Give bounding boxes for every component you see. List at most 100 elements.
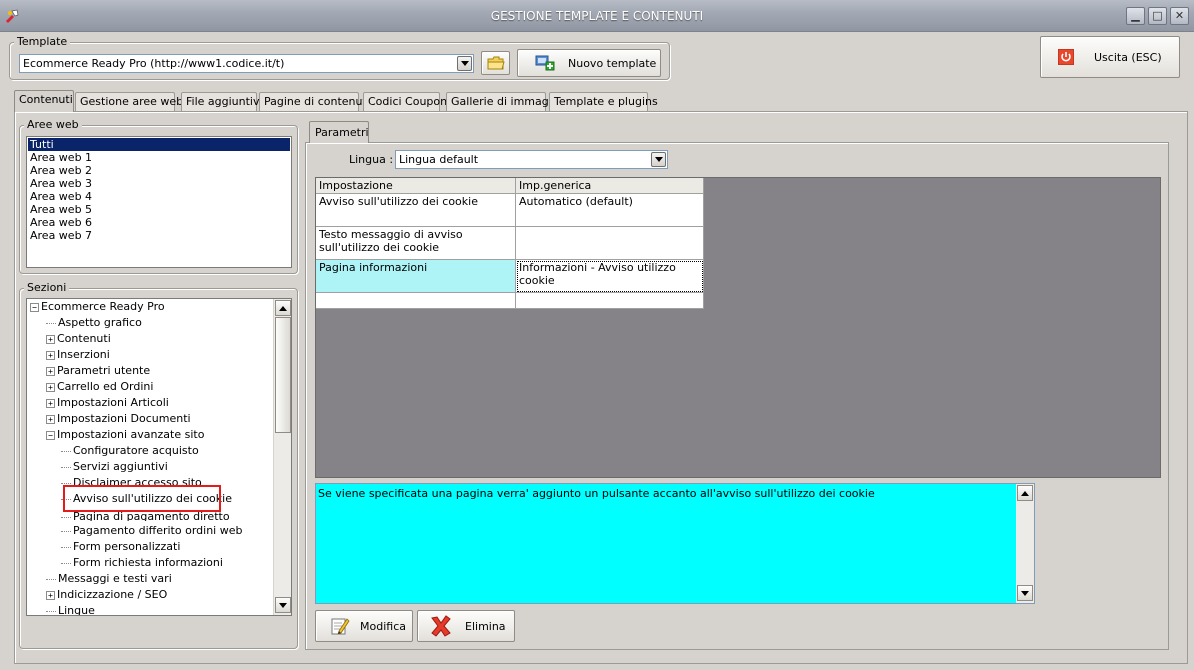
list-item[interactable]: Area web 1 xyxy=(28,151,290,164)
tree-node[interactable]: + Indicizzazione / SEO xyxy=(46,587,167,603)
close-button[interactable]: ✕ xyxy=(1170,7,1189,25)
table-cell-focused[interactable]: Informazioni - Avviso utilizzo cookie xyxy=(516,260,704,293)
tree-node-label: Aspetto grafico xyxy=(58,316,142,329)
highlight-box xyxy=(63,485,221,512)
tree-node[interactable]: − Impostazioni avanzate sito xyxy=(46,427,204,443)
sezioni-tree[interactable]: − Ecommerce Ready Pro Aspetto grafico + Co… xyxy=(26,298,292,616)
tree-node[interactable]: Lingue xyxy=(46,603,95,616)
list-item[interactable]: Area web 7 xyxy=(28,229,290,242)
arrow-up-icon xyxy=(279,305,287,311)
chevron-down-icon[interactable] xyxy=(457,56,472,71)
tree-node-label: Messaggi e testi vari xyxy=(58,572,172,585)
tree-node[interactable]: Servizi aggiuntivi xyxy=(61,459,168,475)
tab-parametri[interactable]: Parametri xyxy=(309,121,369,143)
tab-file-aggiuntivi[interactable]: File aggiuntivi xyxy=(181,92,263,111)
add-template-icon xyxy=(535,55,555,71)
tree-node-label: Impostazioni Documenti xyxy=(57,412,191,425)
tree-node[interactable]: + Contenuti xyxy=(46,331,111,347)
expand-icon[interactable]: + xyxy=(46,590,55,600)
aree-web-label: Aree web xyxy=(24,118,82,131)
aree-web-list[interactable]: Tutti Area web 1 Area web 2 Area web 3 A… xyxy=(26,136,292,268)
expand-icon[interactable]: + xyxy=(46,350,55,360)
tab-template-e-plugins[interactable]: Template e plugins xyxy=(549,92,658,111)
scroll-thumb[interactable] xyxy=(275,317,291,433)
description-box[interactable]: Se viene specificata una pagina verra' a… xyxy=(315,483,1035,604)
modifica-label: Modifica xyxy=(360,619,406,633)
tree-node[interactable]: − Ecommerce Ready Pro xyxy=(30,299,165,315)
chevron-down-icon[interactable] xyxy=(651,152,666,167)
tree-node[interactable]: Messaggi e testi vari xyxy=(46,571,172,587)
expand-icon[interactable]: + xyxy=(46,414,55,424)
arrow-up-icon xyxy=(1021,490,1029,496)
tree-node-label: Lingue xyxy=(58,604,95,616)
list-item[interactable]: Area web 4 xyxy=(28,190,290,203)
open-folder-button[interactable] xyxy=(481,51,510,75)
collapse-icon[interactable]: − xyxy=(30,302,39,312)
scroll-up-button[interactable] xyxy=(275,300,291,316)
lingua-select-value: Lingua default xyxy=(399,153,479,166)
lingua-select[interactable]: Lingua default xyxy=(395,150,668,169)
scroll-down-button[interactable] xyxy=(275,597,291,613)
description-scrollbar[interactable] xyxy=(1016,484,1034,603)
table-cell[interactable] xyxy=(516,227,704,260)
table-cell[interactable] xyxy=(516,293,704,309)
tree-node[interactable]: + Impostazioni Documenti xyxy=(46,411,191,427)
tab-gestione-aree-web[interactable]: Gestione aree web xyxy=(75,92,183,111)
list-item[interactable]: Tutti xyxy=(28,138,290,151)
sezioni-label: Sezioni xyxy=(24,281,70,294)
exit-button[interactable]: Uscita (ESC) xyxy=(1040,36,1180,78)
power-icon xyxy=(1058,49,1074,65)
lingua-label: Lingua : xyxy=(349,153,394,166)
template-select[interactable]: Ecommerce Ready Pro (http://www1.codice.… xyxy=(19,54,474,73)
expand-icon[interactable]: + xyxy=(46,334,55,344)
tree-node[interactable]: + Inserzioni xyxy=(46,347,110,363)
tree-node[interactable]: + Parametri utente xyxy=(46,363,150,379)
tab-contenuti[interactable]: Contenuti xyxy=(14,90,74,112)
table-cell-selected[interactable]: Pagina informazioni xyxy=(316,260,516,293)
expand-icon[interactable]: + xyxy=(46,366,55,376)
sezioni-scrollbar[interactable] xyxy=(273,299,291,615)
exit-label: Uscita (ESC) xyxy=(1094,50,1162,64)
tree-node[interactable]: + Carrello ed Ordini xyxy=(46,379,153,395)
tree-node[interactable]: Aspetto grafico xyxy=(46,315,142,331)
new-template-button[interactable]: Nuovo template xyxy=(517,49,661,77)
tab-pagine-di-contenuti[interactable]: Pagine di contenuti xyxy=(259,92,370,111)
elimina-label: Elimina xyxy=(465,619,506,633)
table-cell[interactable]: Avviso sull'utilizzo dei cookie xyxy=(316,194,516,227)
table-cell[interactable]: Automatico (default) xyxy=(516,194,704,227)
arrow-down-icon xyxy=(1021,590,1029,596)
delete-icon xyxy=(431,615,451,637)
tab-gallerie-di-immagini[interactable]: Gallerie di immagini xyxy=(446,92,562,111)
list-item[interactable]: Area web 6 xyxy=(28,216,290,229)
window-title: GESTIONE TEMPLATE E CONTENUTI xyxy=(490,9,704,23)
tree-node[interactable]: + Impostazioni Articoli xyxy=(46,395,169,411)
collapse-icon[interactable]: − xyxy=(46,430,55,440)
tab-codici-coupon[interactable]: Codici Coupon xyxy=(363,92,447,111)
tree-connector xyxy=(46,578,56,580)
list-item[interactable]: Area web 3 xyxy=(28,177,290,190)
elimina-button[interactable]: Elimina xyxy=(417,610,515,642)
template-select-value: Ecommerce Ready Pro (http://www1.codice.… xyxy=(23,57,285,70)
modifica-button[interactable]: Modifica xyxy=(315,610,413,642)
tree-node[interactable]: Pagamento differito ordini web xyxy=(61,523,242,539)
minimize-button[interactable]: ▁ xyxy=(1126,7,1145,25)
expand-icon[interactable]: + xyxy=(46,398,55,408)
aree-web-items: Tutti Area web 1 Area web 2 Area web 3 A… xyxy=(28,138,290,242)
scroll-up-button[interactable] xyxy=(1017,485,1033,501)
tree-connector xyxy=(61,546,71,548)
table-cell[interactable] xyxy=(316,293,516,309)
maximize-button[interactable]: □ xyxy=(1148,7,1167,25)
tree-node[interactable]: Form personalizzati xyxy=(61,539,180,555)
list-item[interactable]: Area web 2 xyxy=(28,164,290,177)
tree-node[interactable]: Disclaimer accesso sito xyxy=(61,475,202,485)
title-bar[interactable]: GESTIONE TEMPLATE E CONTENUTI ▁ □ ✕ xyxy=(0,0,1194,32)
expand-icon[interactable]: + xyxy=(46,382,55,392)
tree-node[interactable]: Form richiesta informazioni xyxy=(61,555,223,571)
scroll-down-button[interactable] xyxy=(1017,585,1033,601)
table-cell[interactable]: Testo messaggio di avviso sull'utilizzo … xyxy=(316,227,516,260)
tree-connector xyxy=(61,482,71,484)
list-item[interactable]: Area web 5 xyxy=(28,203,290,216)
settings-grid[interactable]: Impostazione Imp.generica Avviso sull'ut… xyxy=(315,177,1161,478)
tree-node-label: Pagamento differito ordini web xyxy=(73,524,243,537)
tree-node[interactable]: Configuratore acquisto xyxy=(61,443,199,459)
